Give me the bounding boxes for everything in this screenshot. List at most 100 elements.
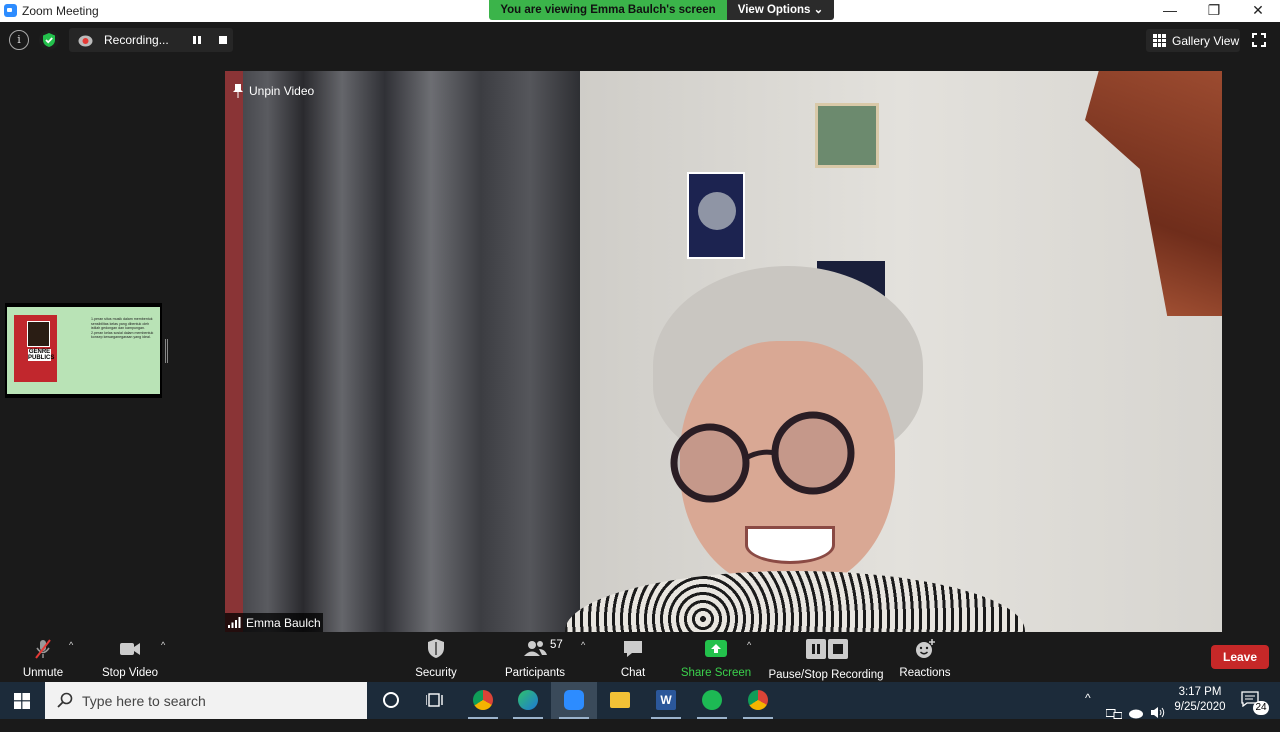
slide-text: 1.peran situs musik dalam membentuk sens… (91, 317, 154, 340)
search-placeholder: Type here to search (82, 693, 206, 709)
start-button[interactable] (0, 682, 44, 719)
muted-microphone-icon (35, 639, 51, 659)
audio-options-caret[interactable]: ^ (69, 641, 77, 650)
folder-icon (610, 692, 630, 708)
restore-button[interactable]: ❐ (1192, 0, 1236, 22)
unpin-video-button[interactable]: Unpin Video (233, 80, 314, 102)
meeting-info-icon[interactable]: i (9, 30, 29, 50)
security-label: Security (415, 667, 457, 679)
security-button[interactable]: Security (410, 637, 462, 679)
windows-taskbar: Type here to search W ^ 3:17 PM 9/25/202… (0, 682, 1280, 719)
wall-picture (815, 103, 879, 168)
security-shield-icon (428, 639, 444, 658)
share-screen-button[interactable]: Share Screen (680, 637, 752, 679)
chat-button[interactable]: Chat (614, 637, 652, 679)
wall-picture (687, 172, 745, 259)
chrome-icon (748, 690, 768, 710)
gallery-view-label: Gallery View (1172, 34, 1240, 48)
taskbar-chrome-app[interactable] (460, 682, 506, 719)
show-hidden-icons-button[interactable]: ^ (1085, 691, 1091, 728)
curtain-edge (225, 71, 243, 632)
pause-recording-icon[interactable] (193, 36, 201, 44)
chat-bubble-icon (624, 641, 642, 657)
share-screen-label: Share Screen (680, 667, 752, 679)
edge-icon (518, 690, 538, 710)
screen-share-banner: You are viewing Emma Baulch's screen Vie… (489, 0, 834, 20)
taskbar-edge-app[interactable] (505, 682, 551, 719)
participant-name: Emma Baulch (246, 616, 321, 630)
gallery-view-button[interactable]: Gallery View (1146, 29, 1240, 52)
connection-signal-icon (228, 617, 241, 628)
leave-meeting-button[interactable]: Leave (1211, 645, 1269, 669)
minimize-button[interactable]: — (1148, 0, 1192, 22)
stop-video-button[interactable]: Stop Video (100, 637, 160, 679)
pause-stop-icons (806, 639, 848, 659)
participants-options-caret[interactable]: ^ (581, 641, 589, 650)
video-options-caret[interactable]: ^ (161, 641, 169, 650)
active-speaker-video (225, 71, 1222, 632)
share-screen-icon (705, 640, 727, 657)
onedrive-cloud-icon[interactable] (1128, 694, 1144, 731)
windows-logo-icon (14, 693, 30, 709)
network-icon[interactable] (1106, 695, 1122, 732)
cortana-button[interactable] (368, 682, 414, 719)
notification-count-badge: 24 (1253, 701, 1269, 715)
pause-stop-recording-label: Pause/Stop Recording (768, 669, 884, 681)
chat-label: Chat (620, 667, 646, 679)
zoom-icon (564, 690, 584, 710)
taskbar-search-box[interactable]: Type here to search (45, 682, 367, 719)
participant-name-tag: Emma Baulch (225, 613, 323, 632)
grid-icon (1153, 34, 1166, 47)
word-icon: W (656, 690, 676, 710)
chrome-icon (473, 690, 493, 710)
book-cover-image: GENRE PUBLICS (14, 315, 57, 382)
encryption-shield-icon[interactable] (39, 30, 59, 50)
window-title: Zoom Meeting (22, 4, 99, 18)
participants-label: Participants (504, 667, 566, 679)
pin-icon (233, 84, 243, 98)
stop-recording-icon[interactable] (219, 36, 227, 44)
task-view-button[interactable] (412, 682, 458, 719)
close-button[interactable]: ✕ (1236, 0, 1280, 22)
clock-date: 9/25/2020 (1174, 701, 1226, 713)
cloud-record-icon (78, 35, 93, 47)
participant-smile (745, 526, 835, 564)
taskbar-spotify-app[interactable] (689, 682, 735, 719)
spotify-icon (702, 690, 722, 710)
shared-screen-thumbnail[interactable]: GENRE PUBLICS 1.peran situs musik dalam … (5, 303, 162, 398)
meeting-controls-toolbar: Unmute ^ Stop Video ^ Security Participa… (0, 632, 1280, 682)
reactions-label: Reactions (899, 667, 951, 679)
taskbar-clock[interactable]: 3:17 PM 9/25/2020 (1170, 685, 1230, 715)
zoom-app-icon (4, 4, 17, 17)
search-icon (57, 692, 73, 708)
book-title: GENRE PUBLICS (28, 349, 55, 361)
taskbar-file-explorer-app[interactable] (597, 682, 643, 719)
reactions-button[interactable]: Reactions (897, 637, 953, 679)
taskbar-chrome-app-2[interactable] (735, 682, 781, 719)
participant-glasses (670, 411, 855, 503)
pause-stop-recording-button[interactable]: Pause/Stop Recording (768, 637, 884, 681)
participants-count: 57 (550, 639, 563, 651)
presentation-slide: GENRE PUBLICS 1.peran situs musik dalam … (7, 307, 160, 394)
curtain-background (225, 71, 580, 632)
unmute-button[interactable]: Unmute (16, 637, 70, 679)
stop-video-label: Stop Video (101, 667, 159, 679)
unmute-label: Unmute (22, 667, 64, 679)
cortana-circle-icon (383, 692, 399, 708)
clock-time: 3:17 PM (1178, 686, 1222, 698)
thumbnail-resize-handle[interactable] (165, 339, 168, 363)
action-center-button[interactable]: 24 (1241, 691, 1269, 715)
recording-indicator: Recording... (69, 28, 233, 52)
recording-label: Recording... (104, 33, 169, 47)
participants-icon (524, 641, 547, 656)
fullscreen-icon[interactable] (1252, 33, 1266, 47)
task-view-icon (426, 693, 443, 707)
taskbar-zoom-app[interactable] (551, 682, 597, 719)
unpin-label: Unpin Video (249, 84, 315, 98)
reactions-smiley-icon (916, 639, 935, 658)
share-options-caret[interactable]: ^ (747, 641, 755, 650)
viewing-screen-label: You are viewing Emma Baulch's screen (489, 0, 727, 20)
view-options-button[interactable]: View Options ⌄ (727, 0, 834, 20)
volume-icon[interactable] (1150, 694, 1166, 731)
taskbar-word-app[interactable]: W (643, 682, 689, 719)
